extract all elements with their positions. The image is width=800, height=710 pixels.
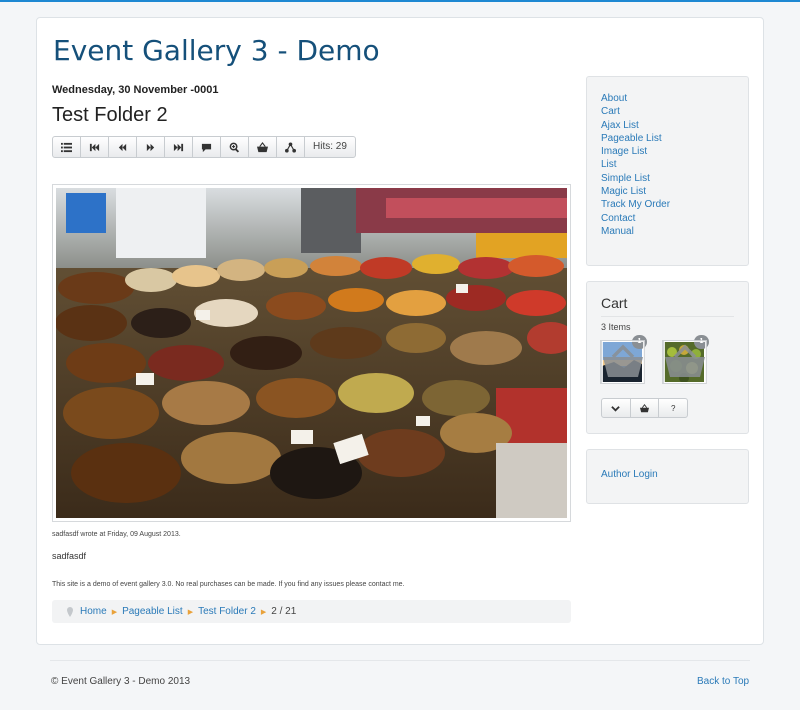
breadcrumb-pageable-list[interactable]: Pageable List — [122, 606, 183, 617]
cart-item[interactable]: 1 — [601, 335, 647, 383]
comment-button[interactable] — [193, 137, 221, 157]
caption-author-line: sadfasdf wrote at Friday, 09 August 2013… — [52, 531, 181, 538]
menu-item-contact[interactable]: Contact — [601, 212, 734, 225]
zoom-button[interactable] — [221, 137, 249, 157]
comment-icon — [201, 143, 212, 152]
copyright: © Event Gallery 3 - Demo 2013 — [51, 676, 191, 687]
menu-item-pageable-list[interactable]: Pageable List — [601, 132, 734, 145]
menu-item-ajax-list[interactable]: Ajax List — [601, 119, 734, 132]
first-image-button[interactable] — [81, 137, 109, 157]
basket-icon — [640, 403, 649, 412]
author-login-link[interactable]: Author Login — [601, 469, 658, 480]
breadcrumb-separator-icon: ▶ — [187, 608, 194, 616]
breadcrumb-separator-icon: ▶ — [260, 608, 267, 616]
cart-actions: ? — [601, 398, 688, 418]
menu-item-about[interactable]: About — [601, 92, 734, 105]
hits-counter: Hits: 29 — [313, 141, 347, 152]
first-icon — [89, 143, 100, 151]
folder-title: Test Folder 2 — [52, 104, 168, 126]
breadcrumb-position: 2 / 21 — [271, 606, 297, 617]
share-button[interactable] — [277, 137, 305, 157]
market-spices-photo[interactable] — [56, 188, 567, 518]
previous-icon — [118, 143, 127, 151]
next-icon — [146, 143, 155, 151]
main-menu: About Cart Ajax List Pageable List Image… — [586, 76, 749, 266]
menu-item-manual[interactable]: Manual — [601, 225, 734, 238]
remove-from-cart-icon[interactable] — [602, 341, 644, 383]
location-pin-icon — [67, 606, 73, 617]
menu-item-list[interactable]: List — [601, 158, 734, 171]
login-widget: Author Login — [586, 449, 749, 504]
menu-item-track-my-order[interactable]: Track My Order — [601, 198, 734, 211]
next-image-button[interactable] — [137, 137, 165, 157]
chevron-down-icon — [611, 405, 621, 412]
last-image-button[interactable] — [165, 137, 193, 157]
event-date: Wednesday, 30 November -0001 — [52, 84, 219, 96]
breadcrumb-separator-icon: ▶ — [111, 608, 118, 616]
breadcrumb: Home ▶ Pageable List ▶ Test Folder 2 ▶ 2… — [52, 600, 571, 623]
main-image-frame[interactable] — [52, 184, 571, 522]
breadcrumb-home[interactable]: Home — [80, 606, 107, 617]
basket-icon — [257, 141, 268, 152]
back-to-top-link[interactable]: Back to Top — [697, 676, 749, 687]
page-container: Event Gallery 3 - Demo Wednesday, 30 Nov… — [36, 17, 764, 645]
menu-item-simple-list[interactable]: Simple List — [601, 172, 734, 185]
list-icon — [61, 142, 72, 152]
add-to-cart-button[interactable] — [249, 137, 277, 157]
site-title[interactable]: Event Gallery 3 - Demo — [53, 34, 380, 67]
breadcrumb-test-folder[interactable]: Test Folder 2 — [198, 606, 256, 617]
footer-divider — [50, 660, 750, 661]
cart-item-count: 3 Items — [601, 322, 631, 332]
cart-help-button[interactable]: ? — [659, 399, 687, 417]
top-accent-bar — [0, 0, 800, 2]
previous-image-button[interactable] — [109, 137, 137, 157]
menu-item-magic-list[interactable]: Magic List — [601, 185, 734, 198]
zoom-icon — [229, 142, 240, 153]
menu-item-image-list[interactable]: Image List — [601, 145, 734, 158]
last-icon — [173, 143, 184, 151]
expand-cart-button[interactable] — [602, 399, 631, 417]
cart-title: Cart — [601, 295, 734, 317]
image-toolbar: Hits: 29 — [52, 136, 356, 158]
view-cart-button[interactable] — [631, 399, 660, 417]
remove-from-cart-icon[interactable] — [664, 341, 706, 383]
demo-notice: This site is a demo of event gallery 3.0… — [52, 581, 405, 588]
caption-text: sadfasdf — [52, 551, 87, 561]
cart-item[interactable]: 1 — [663, 335, 709, 383]
list-button[interactable] — [53, 137, 81, 157]
cart-widget: Cart 3 Items 1 1 ? — [586, 281, 749, 434]
share-icon — [285, 141, 296, 153]
menu-item-cart[interactable]: Cart — [601, 105, 734, 118]
cart-items: 1 1 — [601, 335, 734, 383]
